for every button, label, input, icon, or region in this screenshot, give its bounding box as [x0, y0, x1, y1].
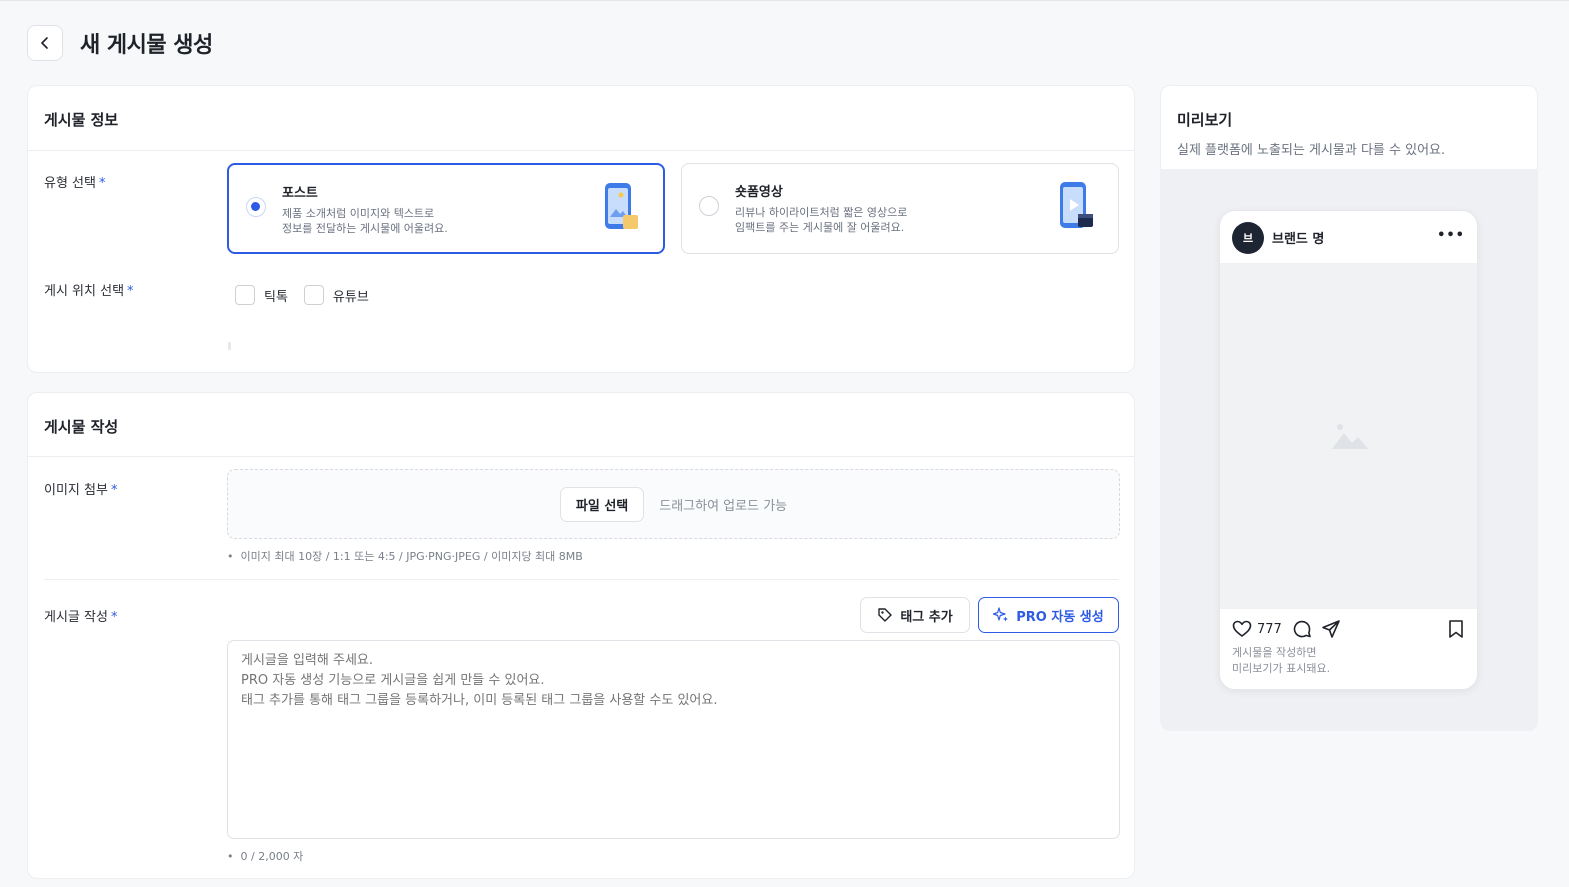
comment-icon[interactable]: [1292, 619, 1312, 639]
required-mark: *: [110, 610, 118, 625]
type-post-radio[interactable]: [246, 197, 266, 217]
page-header: 새 게시물 생성: [27, 25, 213, 61]
text-label: 게시글 작성 *: [44, 610, 118, 625]
avatar: 브: [1232, 222, 1264, 254]
compose-card: 게시물 작성 이미지 첨부* 파일 선택 드래그하여 업로드 가능 이미지 최대…: [27, 392, 1135, 879]
phone-video-icon: [1060, 182, 1093, 228]
phone-image-icon: [605, 183, 638, 229]
add-tag-label: 태그 추가: [900, 609, 953, 625]
type-post-title: 포스트: [282, 186, 318, 201]
phone-mockup: 브 브랜드 명 ••• 777 게시물을 작성하면 미리보기가 표시돼요.: [1219, 210, 1478, 690]
pro-generate-label: PRO 자동 생성: [1016, 609, 1104, 625]
required-mark: *: [98, 176, 106, 191]
youtube-label: 유튜브: [332, 289, 369, 305]
location-youtube[interactable]: 유튜브: [303, 285, 369, 305]
image-note: 이미지 최대 10장 / 1:1 또는 4:5 / JPG·PNG·JPEG /…: [227, 548, 583, 564]
post-info-title: 게시물 정보: [44, 111, 119, 129]
compose-title: 게시물 작성: [44, 418, 119, 436]
type-shortform-radio[interactable]: [699, 196, 719, 216]
preview-placeholder-text: 게시물을 작성하면 미리보기가 표시돼요.: [1232, 646, 1331, 675]
share-icon[interactable]: [1321, 619, 1341, 639]
type-shortform-title: 숏폼영상: [735, 185, 783, 200]
type-post-desc: 제품 소개처럼 이미지와 텍스트로 정보를 전달하는 게시물에 어울려요.: [282, 207, 448, 235]
required-mark: *: [110, 483, 118, 498]
drag-hint: 드래그하여 업로드 가능: [659, 498, 788, 514]
add-tag-button[interactable]: 태그 추가: [860, 597, 970, 633]
page-title: 새 게시물 생성: [80, 33, 213, 58]
divider: [44, 579, 1118, 580]
image-label: 이미지 첨부 *: [44, 483, 118, 498]
preview-header: 미리보기 실제 플랫폼에 노출되는 게시물과 다를 수 있어요.: [1160, 85, 1538, 169]
like-count: 777: [1257, 621, 1282, 637]
post-text-input[interactable]: [227, 640, 1120, 839]
scroll-marker: [228, 342, 231, 350]
tiktok-checkbox[interactable]: [235, 285, 255, 305]
type-option-post[interactable]: 포스트 제품 소개처럼 이미지와 텍스트로 정보를 전달하는 게시물에 어울려요…: [227, 163, 665, 254]
required-mark: *: [127, 284, 134, 299]
brand-name: 브랜드 명: [1272, 232, 1325, 247]
char-count: 0 / 2,000 자: [227, 848, 304, 864]
youtube-checkbox[interactable]: [303, 285, 324, 305]
divider: [28, 150, 1134, 151]
tag-icon: [878, 608, 893, 622]
type-option-shortform[interactable]: 숏폼영상 리뷰나 하이라이트처럼 짧은 영상으로 임팩트를 주는 게시물에 잘 …: [681, 163, 1119, 254]
preview-subtitle: 실제 플랫폼에 노출되는 게시물과 다를 수 있어요.: [1177, 143, 1446, 158]
type-shortform-desc: 리뷰나 하이라이트처럼 짧은 영상으로 임팩트를 주는 게시물에 잘 어울려요.: [735, 206, 908, 234]
divider: [28, 456, 1134, 457]
chevron-left-icon: [41, 37, 48, 49]
heart-icon[interactable]: [1232, 619, 1252, 639]
post-actions: 777: [1232, 618, 1465, 640]
location-options: 틱톡 유튜브: [235, 285, 385, 305]
location-label: 게시 위치 선택 *: [44, 284, 134, 299]
image-dropzone[interactable]: 파일 선택 드래그하여 업로드 가능: [227, 469, 1120, 539]
post-info-card: 게시물 정보 유형 선택 * 포스트 제품 소개처럼 이미지와 텍스트로 정보를 …: [27, 85, 1135, 373]
type-label: 유형 선택 *: [44, 176, 106, 191]
tiktok-label: 틱톡: [264, 289, 288, 305]
pro-generate-button[interactable]: PRO 자동 생성: [978, 597, 1119, 633]
preview-title: 미리보기: [1177, 111, 1233, 129]
preview-area: 브 브랜드 명 ••• 777 게시물을 작성하면 미리보기가 표시돼요.: [1160, 169, 1538, 731]
location-tiktok[interactable]: 틱톡: [235, 285, 288, 305]
more-icon[interactable]: •••: [1437, 228, 1465, 243]
file-select-button[interactable]: 파일 선택: [559, 486, 645, 522]
image-placeholder-icon: [1331, 424, 1368, 449]
bookmark-icon[interactable]: [1447, 619, 1465, 639]
sparkle-icon: [993, 607, 1009, 622]
media-placeholder: [1220, 263, 1477, 609]
back-button[interactable]: [27, 25, 63, 61]
